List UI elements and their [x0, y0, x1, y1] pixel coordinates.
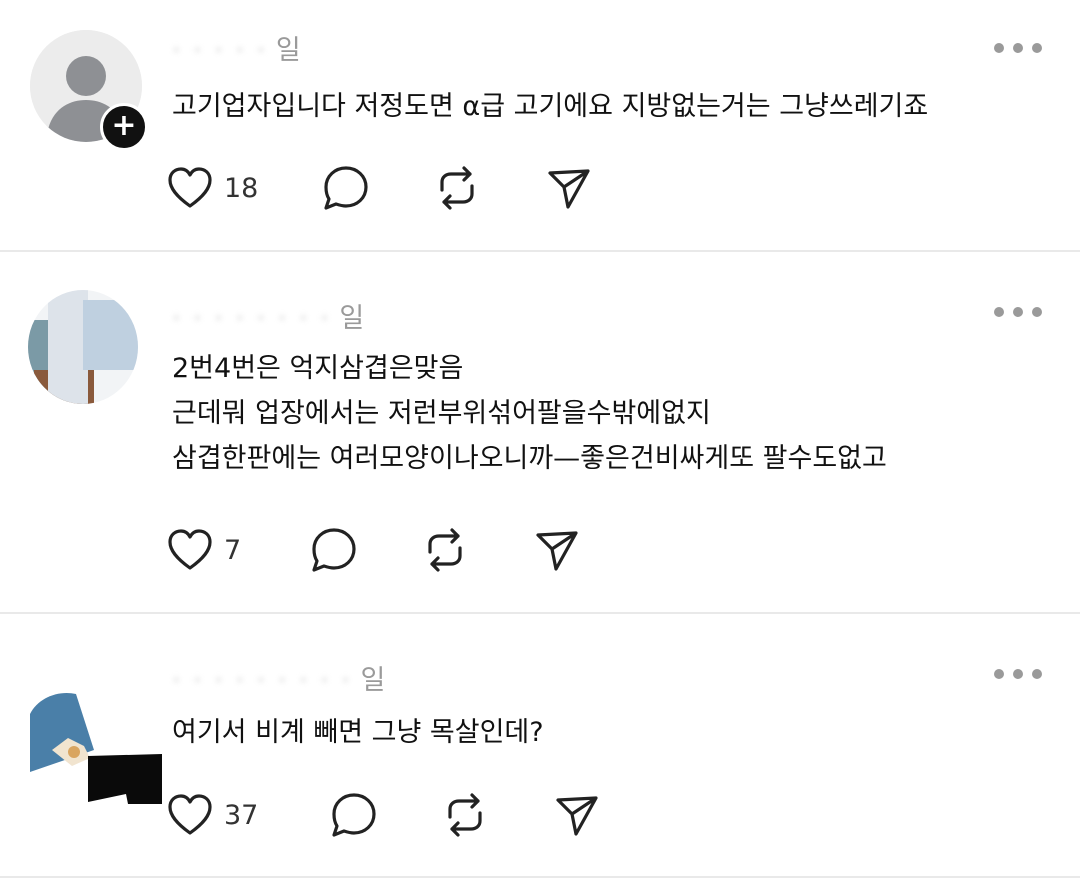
like-count: 7: [224, 534, 242, 566]
like-button[interactable]: 37: [166, 790, 258, 840]
action-bar: 7: [166, 525, 626, 575]
post-2: · · · · · · · · 일 2번4번은 억지삼겹은맞음 근데뭐 업장에서…: [0, 252, 1080, 612]
like-button[interactable]: 7: [166, 525, 241, 575]
post-time: · · · · · 일: [172, 35, 301, 66]
action-bar: 18: [166, 163, 626, 213]
share-button[interactable]: [554, 790, 600, 840]
avatar[interactable]: [28, 654, 168, 806]
heart-icon: [168, 529, 212, 570]
heart-icon: [168, 794, 212, 835]
reply-button[interactable]: [322, 163, 370, 213]
like-count: 18: [224, 172, 259, 204]
profile-photo-icon: [28, 290, 138, 404]
comment-bubble-icon: [332, 793, 376, 837]
send-icon: [536, 531, 578, 571]
more-dots-icon[interactable]: [994, 38, 1042, 58]
reply-button[interactable]: [330, 790, 378, 840]
repost-button[interactable]: [442, 790, 488, 840]
repost-icon: [440, 166, 474, 210]
reply-button[interactable]: [310, 525, 358, 575]
avatar[interactable]: [28, 290, 138, 404]
like-button[interactable]: 18: [166, 163, 258, 213]
send-icon: [548, 169, 590, 209]
post-text: 고기업자입니다 저정도면 α급 고기에요 지방없는거는 그냥쓰레기죠: [172, 91, 929, 122]
post-3: · · · · · · · · · 일 여기서 비계 빼면 그냥 목살인데? 3…: [0, 614, 1080, 884]
repost-icon: [428, 528, 462, 572]
post-text: 여기서 비계 빼면 그냥 목살인데?: [172, 717, 544, 748]
profile-photo-icon: [30, 692, 162, 804]
divider: [0, 876, 1080, 878]
share-button[interactable]: [546, 163, 592, 213]
like-count: 37: [224, 799, 259, 831]
repost-icon: [448, 793, 482, 837]
comment-bubble-icon: [324, 166, 368, 210]
heart-icon: [168, 167, 212, 208]
comment-bubble-icon: [312, 528, 356, 572]
post-1: + · · · · · 일 고기업자입니다 저정도면 α급 고기에요 지방없는거…: [0, 0, 1080, 250]
repost-button[interactable]: [422, 525, 468, 575]
post-time: · · · · · · · · 일: [172, 303, 365, 334]
action-bar: 37: [166, 790, 626, 840]
post-time: · · · · · · · · · 일: [172, 665, 386, 696]
post-text: 2번4번은 억지삼겹은맞음 근데뭐 업장에서는 저런부위섞어팔을수밖에없지 삼겹…: [172, 353, 887, 474]
repost-button[interactable]: [434, 163, 480, 213]
send-icon: [556, 796, 598, 836]
more-dots-icon[interactable]: [994, 302, 1042, 322]
more-dots-icon[interactable]: [994, 664, 1042, 684]
follow-plus-button[interactable]: +: [100, 103, 148, 151]
share-button[interactable]: [534, 525, 580, 575]
